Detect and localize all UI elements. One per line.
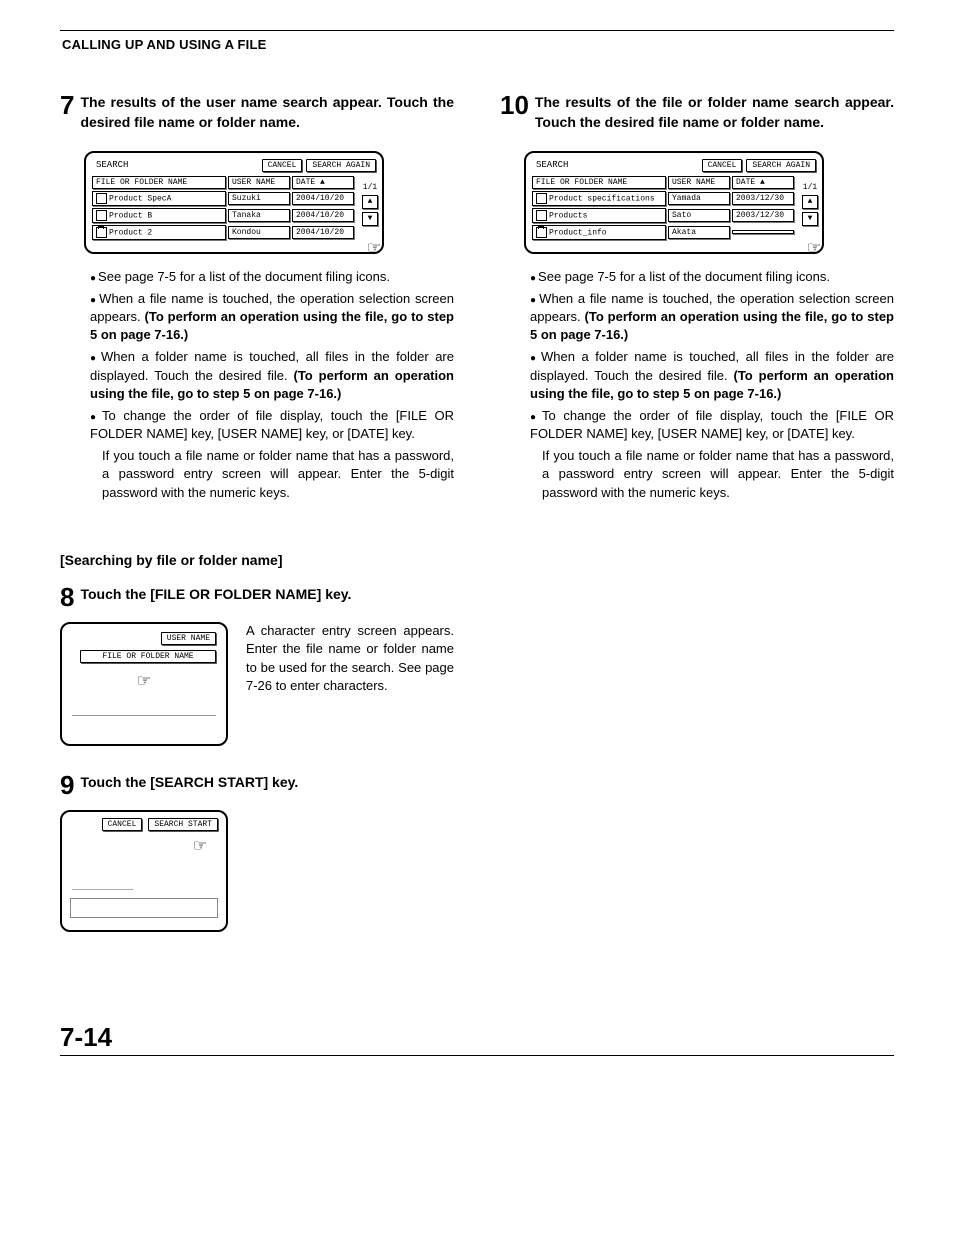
- cancel-button[interactable]: CANCEL: [262, 159, 303, 172]
- file-icon: [96, 193, 107, 204]
- scroll-up-button[interactable]: ▲: [362, 195, 378, 209]
- touch-hand-icon: ☞: [194, 836, 206, 859]
- col-date-header[interactable]: DATE ▲: [732, 176, 794, 189]
- search-again-button[interactable]: SEARCH AGAIN: [746, 159, 816, 172]
- subheading-search-by-name: [Searching by file or folder name]: [60, 552, 454, 568]
- step-8-number: 8: [60, 584, 74, 610]
- step-10-screen: SEARCH CANCEL SEARCH AGAIN FILE OR FOLDE…: [524, 151, 824, 254]
- file-icon: [536, 193, 547, 204]
- col-user-header[interactable]: USER NAME: [668, 176, 730, 189]
- file-or-folder-name-button[interactable]: FILE OR FOLDER NAME: [80, 650, 216, 663]
- file-icon: [536, 210, 547, 221]
- table-row[interactable]: Product specifications Yamada 2003/12/30: [532, 191, 794, 206]
- page-indicator: 1/1: [803, 183, 817, 192]
- step-8-text: Touch the [FILE OR FOLDER NAME] key.: [60, 584, 454, 604]
- table-row[interactable]: Product_info Akata: [532, 225, 794, 240]
- scroll-down-button[interactable]: ▼: [362, 212, 378, 226]
- step-7-notes: See page 7-5 for a list of the document …: [90, 268, 454, 502]
- col-date-header[interactable]: DATE ▲: [292, 176, 354, 189]
- step-9-screen: CANCEL SEARCH START ☞: [60, 810, 228, 932]
- touch-hand-icon: ☞: [138, 668, 150, 694]
- table-row[interactable]: Product SpecA Suzuki 2004/10/20: [92, 191, 354, 206]
- folder-icon: [536, 227, 547, 238]
- step-9-text: Touch the [SEARCH START] key.: [60, 772, 454, 792]
- page-number: 7-14: [60, 1022, 454, 1053]
- page-header: CALLING UP AND USING A FILE: [62, 37, 894, 52]
- step-10: 10 The results of the file or folder nam…: [500, 92, 894, 133]
- step-10-text: The results of the file or folder name s…: [500, 92, 894, 133]
- step-10-notes: See page 7-5 for a list of the document …: [530, 268, 894, 502]
- step-8-description: A character entry screen appears. Enter …: [246, 622, 454, 695]
- col-file-header[interactable]: FILE OR FOLDER NAME: [532, 176, 666, 189]
- table-row[interactable]: Product 2 Kondou 2004/10/20: [92, 225, 354, 240]
- user-name-button[interactable]: USER NAME: [161, 632, 216, 645]
- file-icon: [96, 210, 107, 221]
- step-7-number: 7: [60, 92, 74, 118]
- scroll-down-button[interactable]: ▼: [802, 212, 818, 226]
- scroll-up-button[interactable]: ▲: [802, 195, 818, 209]
- search-start-button[interactable]: SEARCH START: [148, 818, 218, 831]
- step-9: 9 Touch the [SEARCH START] key.: [60, 772, 454, 792]
- screen-title: SEARCH: [92, 160, 128, 170]
- folder-icon: [96, 227, 107, 238]
- col-user-header[interactable]: USER NAME: [228, 176, 290, 189]
- cancel-button[interactable]: CANCEL: [102, 818, 143, 831]
- step-7: 7 The results of the user name search ap…: [60, 92, 454, 133]
- screen-title: SEARCH: [532, 160, 568, 170]
- table-row[interactable]: Product B Tanaka 2004/10/20: [92, 208, 354, 223]
- step-7-screen: SEARCH CANCEL SEARCH AGAIN FILE OR FOLDE…: [84, 151, 384, 254]
- cancel-button[interactable]: CANCEL: [702, 159, 743, 172]
- step-7-text: The results of the user name search appe…: [60, 92, 454, 133]
- touch-hand-icon: ☞: [808, 240, 820, 260]
- col-file-header[interactable]: FILE OR FOLDER NAME: [92, 176, 226, 189]
- step-8-screen: USER NAME FILE OR FOLDER NAME ☞: [60, 622, 228, 746]
- search-again-button[interactable]: SEARCH AGAIN: [306, 159, 376, 172]
- step-9-number: 9: [60, 772, 74, 798]
- table-row[interactable]: Products Sato 2003/12/30: [532, 208, 794, 223]
- step-8: 8 Touch the [FILE OR FOLDER NAME] key.: [60, 584, 454, 604]
- touch-hand-icon: ☞: [368, 240, 380, 260]
- step-10-number: 10: [500, 92, 529, 118]
- page-indicator: 1/1: [363, 183, 377, 192]
